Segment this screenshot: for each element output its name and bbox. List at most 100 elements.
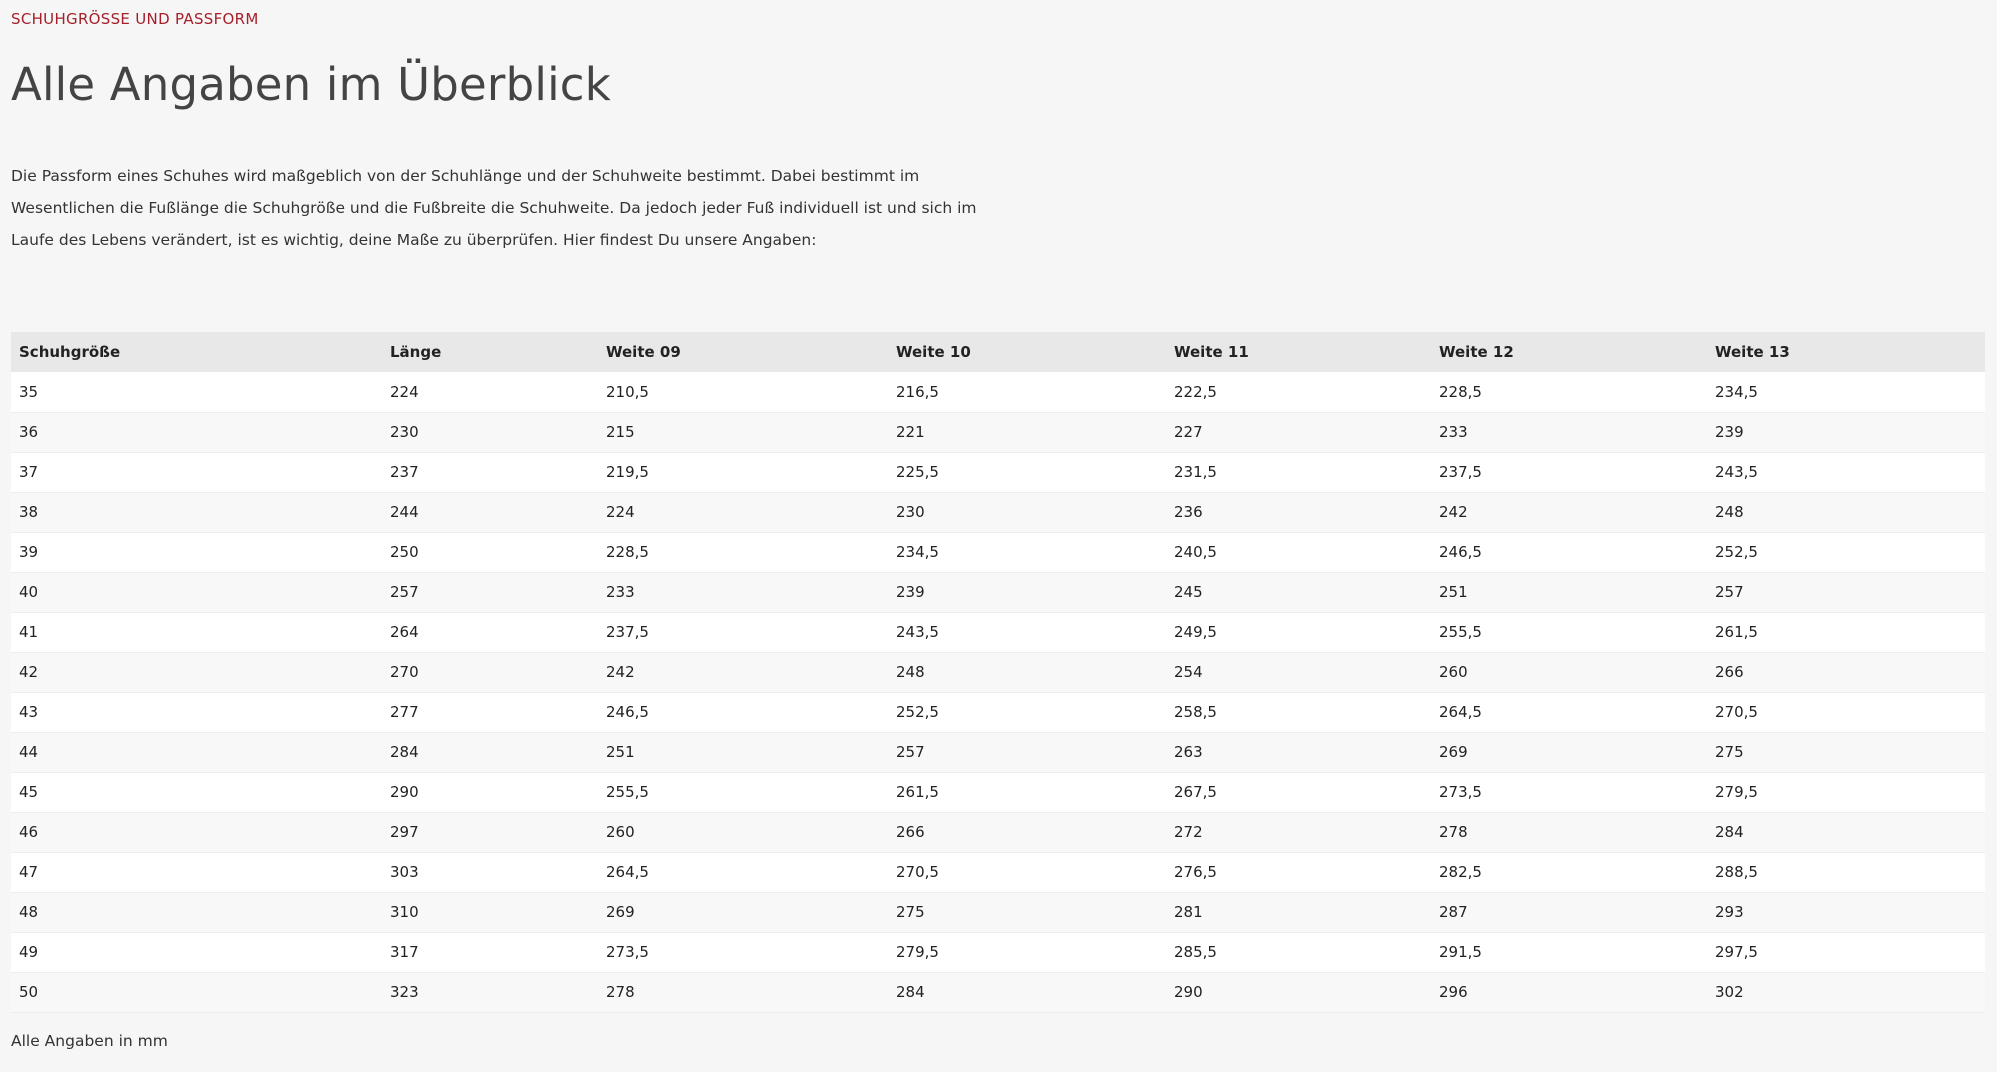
table-cell: 249,5 [1174,623,1217,641]
table-cell: 44 [19,743,39,761]
table-cell: 246,5 [1439,543,1482,561]
table-cell: 260 [606,823,635,841]
table-cell: 275 [896,903,925,921]
table-cell: 43 [19,703,39,721]
table-cell: 222,5 [1174,382,1217,401]
table-cell: 266 [896,823,925,841]
column-header: Weite 13 [1715,343,1790,361]
table-cell: 277 [390,703,419,721]
table-cell: 276,5 [1174,863,1217,881]
table-cell: 228,5 [606,543,649,561]
table-cell: 47 [19,863,39,881]
table-cell: 42 [19,663,39,681]
table-cell: 269 [1439,743,1468,761]
table-cell: 224 [606,503,635,521]
table-cell: 287 [1439,903,1468,921]
table-cell: 272 [1174,823,1203,841]
table-cell: 261,5 [1715,623,1758,641]
table-cell: 269 [606,903,635,921]
table-cell: 270,5 [1715,703,1758,721]
table-cell: 37 [19,463,39,481]
size-table-body: 35 224 210,5 216,5 222,5 228,5 234,5 36 230 215 22… [11,372,1985,1012]
table-cell: 239 [1715,423,1744,441]
table-cell: 257 [390,583,419,601]
table-cell: 297,5 [1715,943,1758,961]
table-cell: 303 [390,863,419,881]
table-cell: 244 [390,503,419,521]
table-cell: 239 [896,583,925,601]
table-cell: 264 [390,623,419,641]
column-header: Weite 10 [896,343,971,361]
table-cell: 258,5 [1174,703,1217,721]
table-row: 48 310 269 275 281 287 293 [11,892,1985,932]
table-cell: 243,5 [1715,463,1758,481]
table-cell: 39 [19,543,39,561]
table-cell: 210,5 [606,382,649,401]
table-cell: 237,5 [1439,463,1482,481]
table-cell: 234,5 [896,543,939,561]
table-cell: 240,5 [1174,543,1217,561]
table-cell: 41 [19,623,39,641]
table-cell: 293 [1715,903,1744,921]
table-cell: 263 [1174,743,1203,761]
table-row: 43 277 246,5 252,5 258,5 264,5 270,5 [11,692,1985,732]
table-cell: 36 [19,423,39,441]
table-cell: 284 [390,743,419,761]
table-cell: 273,5 [606,943,649,961]
table-cell: 233 [606,583,635,601]
table-cell: 317 [390,943,419,961]
table-cell: 252,5 [1715,543,1758,561]
table-row: 47 303 264,5 270,5 276,5 282,5 288,5 [11,852,1985,892]
table-cell: 50 [19,983,39,1001]
column-header: Schuhgröße [19,343,121,361]
table-cell: 237 [390,463,419,481]
table-row: 40 257 233 239 245 251 257 [11,572,1985,612]
table-cell: 296 [1439,983,1468,1001]
section-eyebrow: SCHUHGRÖSSE UND PASSFORM [11,10,259,28]
column-header: Länge [390,343,442,361]
table-cell: 243,5 [896,623,939,641]
units-footnote: Alle Angaben in mm [11,1032,168,1050]
table-cell: 245 [1174,583,1203,601]
table-cell: 285,5 [1174,943,1217,961]
table-cell: 248 [896,663,925,681]
size-table: Schuhgröße Länge Weite 09 Weite 10 Weite 11 W… [11,332,1985,1013]
page-title: Alle Angaben im Überblick [11,58,611,111]
table-row: 45 290 255,5 261,5 267,5 273,5 279,5 [11,772,1985,812]
table-row: 39 250 228,5 234,5 240,5 246,5 252,5 [11,532,1985,572]
table-cell: 230 [896,503,925,521]
table-cell: 254 [1174,663,1203,681]
column-header: Weite 12 [1439,343,1514,361]
table-cell: 279,5 [1715,783,1758,801]
size-table-container: Schuhgröße Länge Weite 09 Weite 10 Weite 11 W… [11,332,1985,1013]
table-cell: 270 [390,663,419,681]
table-cell: 257 [1715,583,1744,601]
table-cell: 260 [1439,663,1468,681]
table-cell: 248 [1715,503,1744,521]
size-table-header: Schuhgröße Länge Weite 09 Weite 10 Weite 11 W… [11,332,1985,372]
table-cell: 275 [1715,743,1744,761]
table-cell: 270,5 [896,863,939,881]
table-cell: 288,5 [1715,863,1758,881]
table-cell: 302 [1715,983,1744,1001]
table-cell: 224 [390,382,419,401]
table-cell: 290 [1174,983,1203,1001]
table-cell: 216,5 [896,382,939,401]
table-row: 38 244 224 230 236 242 248 [11,492,1985,532]
table-cell: 290 [390,783,419,801]
table-row: 49 317 273,5 279,5 285,5 291,5 297,5 [11,932,1985,972]
table-cell: 281 [1174,903,1203,921]
table-cell: 45 [19,783,39,801]
table-cell: 278 [606,983,635,1001]
table-cell: 252,5 [896,703,939,721]
table-cell: 46 [19,823,39,841]
table-header-row: Schuhgröße Länge Weite 09 Weite 10 Weite 11 W… [11,332,1985,372]
table-cell: 40 [19,583,39,601]
table-cell: 228,5 [1439,382,1482,401]
table-cell: 236 [1174,503,1203,521]
table-row: 50 323 278 284 290 296 302 [11,972,1985,1012]
table-cell: 250 [390,543,419,561]
table-cell: 233 [1439,423,1468,441]
table-cell: 266 [1715,663,1744,681]
table-row: 46 297 260 266 272 278 284 [11,812,1985,852]
